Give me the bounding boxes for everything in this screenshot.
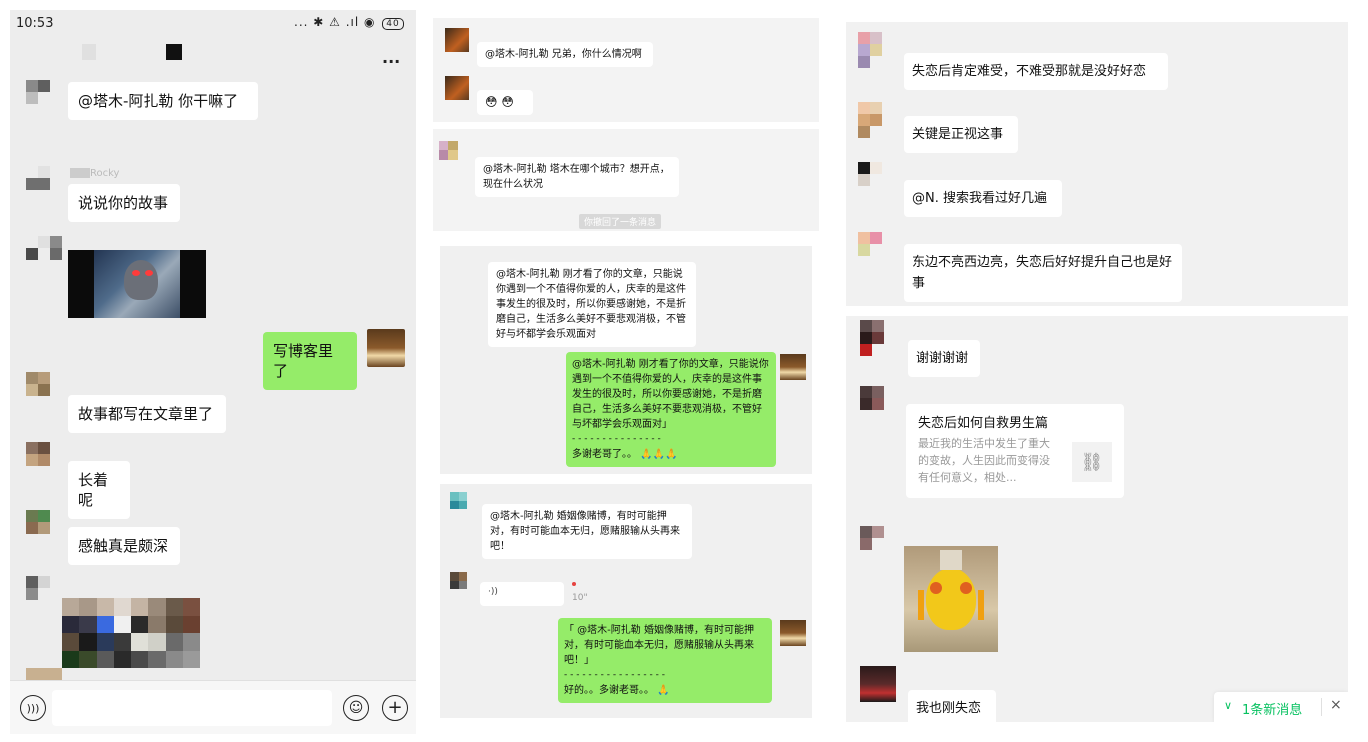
avatar: [860, 386, 896, 422]
link-card[interactable]: 失恋后如何自救男生篇 最近我的生活中发生了重大的变故，人生因此而变得没有任何意义…: [906, 404, 1124, 498]
avatar: [858, 102, 894, 138]
middle-chat-block-3: @塔木-阿扎勒 刚才看了你的文章，只能说你遇到一个不值得你爱的人，庆幸的是这件事…: [440, 246, 812, 474]
left-chat-screenshot: 10:53 ... ✱ ⚠ .ıl ◉ 40 ... @塔木-阿扎勒 你干嘛了 …: [10, 10, 416, 734]
right-chat-block-1: 失恋后肯定难受，不难受那就是没好好恋 关键是正视这事 @N. 搜索我看过好几遍 …: [846, 22, 1348, 306]
divider: [1321, 698, 1322, 716]
recall-notice: 你撤回了一条消息: [579, 214, 662, 229]
message-bubble[interactable]: @塔木-阿扎勒 兄弟，你什么情况啊: [477, 42, 653, 67]
message-bubble[interactable]: 谢谢谢谢: [908, 340, 980, 377]
avatar: [26, 372, 62, 408]
partial-avatar: [26, 668, 62, 680]
new-message-count: 1条新消息: [1242, 703, 1303, 718]
right-chat-block-2: 谢谢谢谢 失恋后如何自救男生篇 最近我的生活中发生了重大的变故，人生因此而变得没…: [846, 316, 1348, 722]
avatar: [858, 32, 894, 68]
sticker-image[interactable]: [904, 546, 998, 652]
smiley-icon[interactable]: ☺: [343, 695, 369, 721]
message-bubble[interactable]: @N. 搜索我看过好几遍: [904, 180, 1062, 217]
self-avatar: [780, 354, 806, 380]
message-bubble[interactable]: @塔木-阿扎勒 刚才看了你的文章，只能说你遇到一个不值得你爱的人，庆幸的是这件事…: [488, 262, 696, 347]
image-message[interactable]: [68, 250, 206, 318]
avatar: [26, 80, 62, 116]
avatar: [26, 510, 62, 546]
message-bubble[interactable]: @塔木-阿扎勒 婚姻像赌博，有时可能押对，有时可能血本无归，愿赌服输从头再来吧！: [482, 504, 692, 559]
message-bubble[interactable]: @塔木-阿扎勒 你干嘛了: [68, 82, 258, 120]
message-bubble[interactable]: 关键是正视这事: [904, 116, 1018, 153]
voice-toggle-button[interactable]: ))): [20, 695, 46, 721]
avatar: [858, 162, 894, 198]
message-bubble[interactable]: 东边不亮西边亮，失恋后好好提升自己也是好事: [904, 244, 1182, 302]
middle-chat-block-2: @塔木-阿扎勒 塔木在哪个城市？想开点，现在什么状况 你撤回了一条消息: [433, 129, 819, 231]
message-bubble[interactable]: 故事都写在文章里了: [68, 395, 226, 433]
avatar: [445, 76, 469, 100]
link-card-title: 失恋后如何自救男生篇: [918, 416, 1049, 431]
avatar: [26, 236, 62, 272]
avatar: [26, 576, 62, 612]
more-button[interactable]: ...: [382, 48, 400, 67]
voice-message-bubble[interactable]: ·)): [480, 582, 564, 606]
avatar: [26, 166, 62, 202]
avatar: [860, 666, 896, 702]
quoted-reply-bubble-self[interactable]: 「 @塔木-阿扎勒 婚姻像赌博，有时可能押对，有时可能血本无归，愿赌服输从头再来…: [558, 618, 772, 703]
emoji-bubble[interactable]: 😳 😳: [477, 90, 533, 115]
message-bubble[interactable]: 长着呢: [68, 461, 130, 519]
unread-dot: [572, 582, 576, 586]
status-icons: ... ✱ ⚠ .ıl ◉ 40: [294, 15, 404, 30]
avatar: [450, 572, 476, 598]
sender-name: Rocky: [70, 168, 119, 179]
avatar: [439, 141, 467, 169]
middle-chat-block-4: @塔木-阿扎勒 婚姻像赌博，有时可能押对，有时可能血本无归，愿赌服输从头再来吧！…: [440, 484, 812, 718]
message-bubble[interactable]: @塔木-阿扎勒 塔木在哪个城市？想开点，现在什么状况: [475, 157, 679, 197]
avatar: [860, 526, 896, 562]
quoted-reply-bubble-self[interactable]: @塔木-阿扎勒 刚才看了你的文章，只能说你遇到一个不值得你爱的人，庆幸的是这件事…: [566, 352, 776, 467]
battery-icon: 40: [382, 18, 404, 30]
message-input[interactable]: [52, 690, 332, 726]
link-card-desc: 最近我的生活中发生了重大的变故，人生因此而变得没有任何意义，相处...: [918, 437, 1050, 484]
avatar: [26, 442, 62, 478]
middle-chat-block-1: @塔木-阿扎勒 兄弟，你什么情况啊 😳 😳: [433, 18, 819, 122]
pixelated-image-message[interactable]: [62, 598, 200, 668]
avatar: [860, 320, 896, 356]
message-bubble[interactable]: 我也刚失恋: [908, 690, 996, 722]
status-time: 10:53: [16, 16, 54, 31]
header-name-pixelated: [82, 44, 96, 60]
message-bubble[interactable]: 失恋后肯定难受，不难受那就是没好好恋: [904, 53, 1168, 90]
new-message-banner[interactable]: ∨ 1条新消息 ×: [1214, 692, 1348, 722]
avatar: [858, 232, 894, 268]
message-bubble[interactable]: 说说你的故事: [68, 184, 180, 222]
header-name-pixelated: [166, 44, 182, 60]
chevron-down-icon: ∨: [1224, 699, 1233, 712]
voice-duration: 10": [572, 593, 588, 603]
link-icon: ⛓: [1072, 442, 1112, 482]
avatar: [445, 28, 469, 52]
self-avatar: [367, 329, 405, 367]
avatar: [450, 492, 476, 518]
clap-emoji: 🙏🙏🙏: [640, 449, 678, 460]
clap-emoji: 🙏: [657, 685, 670, 696]
message-bubble[interactable]: 感触真是颇深: [68, 527, 180, 565]
voice-icon: ·)): [488, 587, 498, 597]
self-avatar: [780, 620, 806, 646]
message-bubble-self[interactable]: 写博客里了: [263, 332, 357, 390]
close-icon[interactable]: ×: [1330, 697, 1342, 713]
plus-icon[interactable]: +: [382, 695, 408, 721]
